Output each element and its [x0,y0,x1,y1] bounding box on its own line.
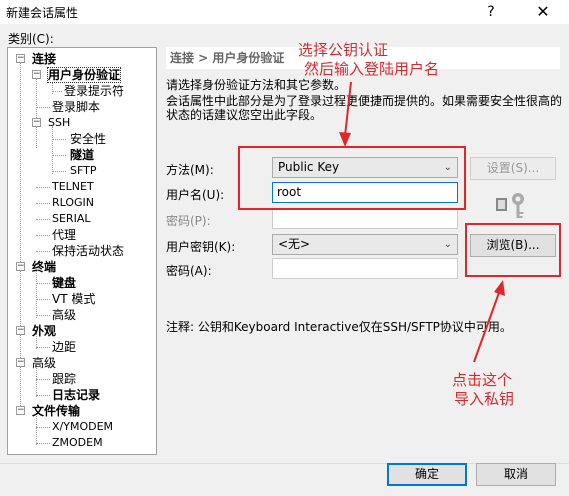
cancel-button[interactable]: 取消 [476,463,556,486]
ok-button[interactable]: 确定 [387,463,467,486]
annotation-arrows [339,81,505,363]
